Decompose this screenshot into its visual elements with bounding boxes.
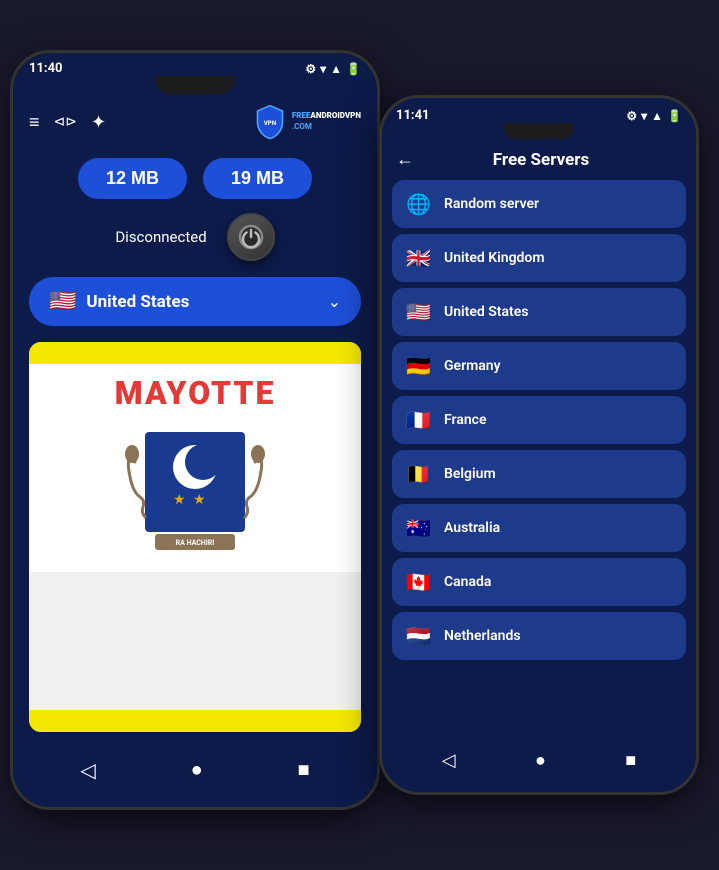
server-item-us[interactable]: 🇺🇸 United States bbox=[392, 288, 686, 336]
map-area: MAYOTTE ★ ★ bbox=[29, 342, 361, 732]
server-name-be: Belgium bbox=[444, 466, 496, 482]
time-front: 11:41 bbox=[396, 108, 430, 123]
back-arrow-btn[interactable]: ← bbox=[396, 149, 414, 170]
server-name-random: Random server bbox=[444, 196, 539, 212]
svg-text:★: ★ bbox=[173, 492, 186, 508]
flag-uk: 🇬🇧 bbox=[406, 246, 432, 270]
top-bar-left: ≡ ⊲⊳ ✦ bbox=[29, 112, 106, 133]
power-button[interactable] bbox=[227, 213, 275, 261]
mayotte-content: MAYOTTE ★ ★ bbox=[29, 364, 361, 572]
flag-au: 🇦🇺 bbox=[406, 516, 432, 540]
svg-text:★: ★ bbox=[193, 492, 206, 508]
globe-icon: 🌐 bbox=[406, 192, 432, 216]
flag-be: 🇧🇪 bbox=[406, 462, 432, 486]
server-item-random[interactable]: 🌐 Random server bbox=[392, 180, 686, 228]
server-item-uk[interactable]: 🇬🇧 United Kingdom bbox=[392, 234, 686, 282]
recents-nav-front[interactable]: ■ bbox=[613, 745, 648, 776]
flag-us: 🇺🇸 bbox=[406, 300, 432, 324]
server-item-be[interactable]: 🇧🇪 Belgium bbox=[392, 450, 686, 498]
bottom-nav-front: ◁ ● ■ bbox=[382, 737, 696, 792]
chevron-down-icon: ⌄ bbox=[328, 292, 341, 311]
download-stat: 12 MB bbox=[78, 158, 187, 199]
back-nav-front[interactable]: ◁ bbox=[430, 745, 468, 776]
time-back: 11:40 bbox=[29, 61, 63, 76]
yellow-stripe-bottom bbox=[29, 710, 361, 732]
battery-icon: 🔋 bbox=[346, 62, 361, 76]
front-phone: 11:41 ⚙ ▾ ▲ 🔋 ← Free Servers 🌐 Random ser… bbox=[379, 95, 699, 795]
server-item-fr[interactable]: 🇫🇷 France bbox=[392, 396, 686, 444]
server-list: 🌐 Random server 🇬🇧 United Kingdom 🇺🇸 United S… bbox=[382, 176, 696, 737]
header-row: ← Free Servers bbox=[382, 139, 696, 176]
yellow-stripe-top bbox=[29, 342, 361, 364]
server-name-ca: Canada bbox=[444, 574, 491, 590]
country-selector[interactable]: 🇺🇸 United States ⌄ bbox=[29, 277, 361, 326]
server-item-ca[interactable]: 🇨🇦 Canada bbox=[392, 558, 686, 606]
logo-area: VPN FREEANDROIDVPN .COM bbox=[252, 104, 361, 140]
bottom-nav-back: ◁ ● ■ bbox=[13, 742, 377, 807]
svg-text:RA HACHIRI: RA HACHIRI bbox=[176, 539, 215, 547]
server-name-de: Germany bbox=[444, 358, 501, 374]
free-servers-title: Free Servers bbox=[424, 150, 682, 170]
settings-icon: ⚙ bbox=[305, 62, 316, 76]
mayotte-title: MAYOTTE bbox=[115, 374, 276, 412]
notch-front bbox=[504, 123, 574, 139]
back-nav-btn[interactable]: ◁ bbox=[66, 752, 109, 789]
recents-nav-btn[interactable]: ■ bbox=[283, 753, 323, 788]
server-name-nl: Netherlands bbox=[444, 628, 521, 644]
signal-icon: ▾ bbox=[320, 62, 326, 76]
disconnect-row: Disconnected bbox=[13, 207, 377, 271]
wifi-icon-front: ▲ bbox=[651, 109, 663, 123]
flag-fr: 🇫🇷 bbox=[406, 408, 432, 432]
share-icon[interactable]: ⊲⊳ bbox=[54, 114, 77, 130]
server-item-nl[interactable]: 🇳🇱 Netherlands bbox=[392, 612, 686, 660]
top-bar: ≡ ⊲⊳ ✦ VPN FREEANDROIDVPN .COM bbox=[13, 94, 377, 150]
logo-text: FREEANDROIDVPN .COM bbox=[292, 111, 361, 133]
server-name-us: United States bbox=[444, 304, 528, 320]
back-phone: 11:40 ⚙ ▾ ▲ 🔋 ≡ ⊲⊳ ✦ VPN FREEANDRO bbox=[10, 50, 380, 810]
svg-text:VPN: VPN bbox=[264, 119, 277, 127]
home-nav-btn[interactable]: ● bbox=[177, 753, 217, 788]
server-name-au: Australia bbox=[444, 520, 500, 536]
signal-icon-front: ▾ bbox=[641, 109, 647, 123]
status-icons-back: ⚙ ▾ ▲ 🔋 bbox=[305, 62, 361, 76]
country-name: United States bbox=[86, 292, 317, 312]
notch-back bbox=[155, 76, 235, 94]
mayotte-emblem: ★ ★ RA HACHIRI bbox=[105, 422, 285, 562]
menu-icon[interactable]: ≡ bbox=[29, 112, 40, 133]
data-stats: 12 MB 19 MB bbox=[13, 150, 377, 207]
star-icon[interactable]: ✦ bbox=[91, 112, 106, 133]
server-item-de[interactable]: 🇩🇪 Germany bbox=[392, 342, 686, 390]
server-name-fr: France bbox=[444, 412, 487, 428]
server-name-uk: United Kingdom bbox=[444, 250, 545, 266]
flag-ca: 🇨🇦 bbox=[406, 570, 432, 594]
battery-icon-front: 🔋 bbox=[667, 109, 682, 123]
server-item-au[interactable]: 🇦🇺 Australia bbox=[392, 504, 686, 552]
flag-de: 🇩🇪 bbox=[406, 354, 432, 378]
disconnected-label: Disconnected bbox=[115, 228, 206, 246]
status-icons-front: ⚙ ▾ ▲ 🔋 bbox=[626, 109, 682, 123]
flag-nl: 🇳🇱 bbox=[406, 624, 432, 648]
settings-icon-front: ⚙ bbox=[626, 109, 637, 123]
upload-stat: 19 MB bbox=[203, 158, 312, 199]
home-nav-front[interactable]: ● bbox=[523, 745, 558, 776]
country-flag: 🇺🇸 bbox=[49, 289, 76, 314]
wifi-icon: ▲ bbox=[330, 62, 342, 76]
